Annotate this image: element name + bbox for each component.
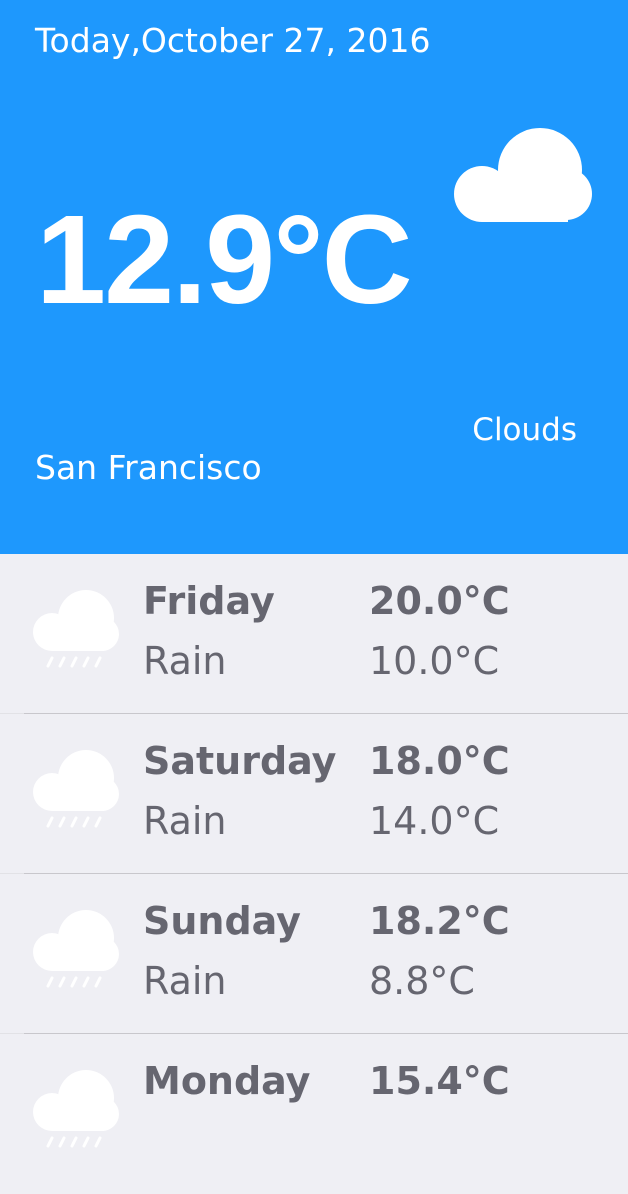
forecast-high: 15.4°C xyxy=(369,1059,510,1103)
forecast-condition: Rain xyxy=(143,639,227,683)
forecast-condition: Rain xyxy=(143,799,227,843)
forecast-day: Monday xyxy=(143,1059,311,1103)
forecast-day: Friday xyxy=(143,579,275,623)
rain-cloud-icon xyxy=(33,910,119,988)
forecast-list: Friday Rain 20.0°C 10.0°C Saturday Rain … xyxy=(0,554,628,1194)
forecast-day: Saturday xyxy=(143,739,337,783)
forecast-low: 8.8°C xyxy=(369,959,475,1003)
current-date: Today,October 27, 2016 xyxy=(35,21,431,60)
forecast-low: 10.0°C xyxy=(369,639,500,683)
forecast-high: 20.0°C xyxy=(369,579,510,623)
forecast-row[interactable]: Friday Rain 20.0°C 10.0°C xyxy=(0,554,628,714)
rain-cloud-icon xyxy=(33,590,119,668)
city-name: San Francisco xyxy=(35,448,262,487)
today-header: Today,October 27, 2016 12.9°C Clouds San… xyxy=(0,0,628,554)
forecast-row[interactable]: Sunday Rain 18.2°C 8.8°C xyxy=(0,874,628,1034)
forecast-row[interactable]: Monday 15.4°C xyxy=(0,1034,628,1194)
current-condition: Clouds xyxy=(472,412,577,448)
forecast-row[interactable]: Saturday Rain 18.0°C 14.0°C xyxy=(0,714,628,874)
current-temperature: 12.9°C xyxy=(36,189,413,330)
forecast-low: 14.0°C xyxy=(369,799,500,843)
forecast-condition: Rain xyxy=(143,959,227,1003)
forecast-high: 18.2°C xyxy=(369,899,510,943)
forecast-day: Sunday xyxy=(143,899,301,943)
cloud-icon xyxy=(454,128,592,222)
forecast-high: 18.0°C xyxy=(369,739,510,783)
rain-cloud-icon xyxy=(33,1070,119,1148)
rain-cloud-icon xyxy=(33,750,119,828)
